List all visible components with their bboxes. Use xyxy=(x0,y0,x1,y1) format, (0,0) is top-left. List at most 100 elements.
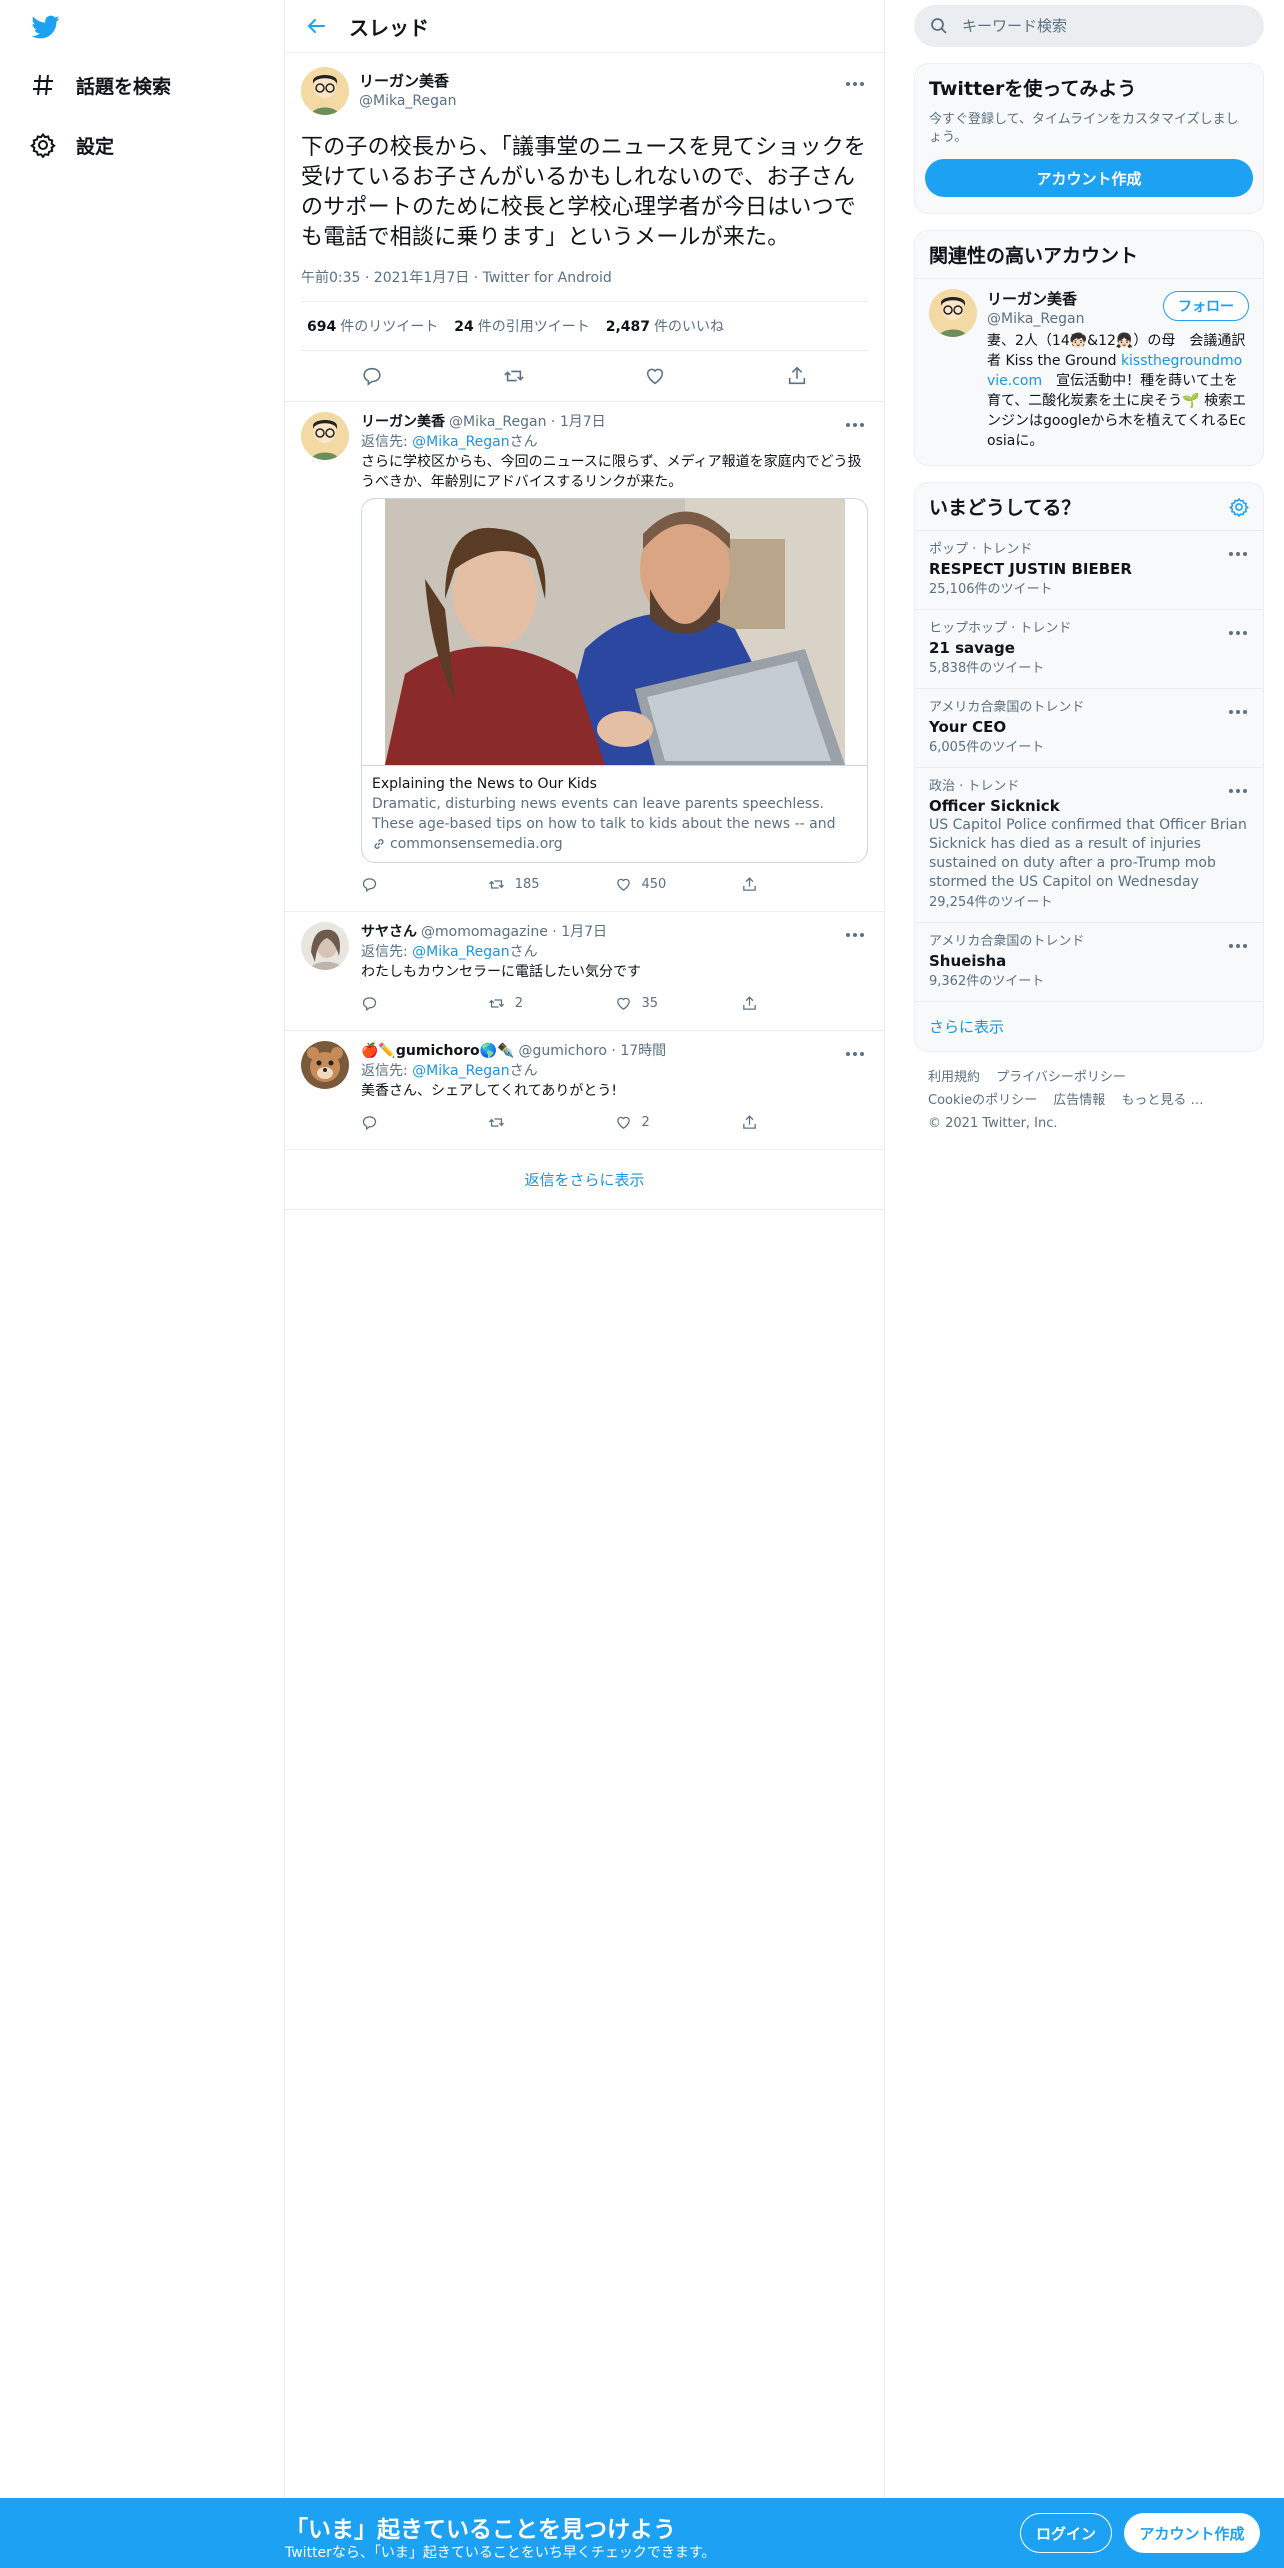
reply-author-handle[interactable]: @Mika_Regan xyxy=(449,414,546,430)
trend-context: アメリカ合衆国のトレンド xyxy=(929,700,1085,715)
reply-author-name[interactable]: サヤさん xyxy=(361,924,417,940)
retweet-icon xyxy=(488,1114,515,1131)
signup-banner: 「いま」起きていることを見つけよう Twitterなら、「いま」起きていることを… xyxy=(0,2498,1284,2568)
retweet-stat[interactable]: 694 件のリツイート xyxy=(307,316,438,336)
like-button[interactable]: 2 xyxy=(615,1114,742,1131)
reply-to-prefix: 返信先: xyxy=(361,434,413,450)
reply-tweet[interactable]: サヤさん @momomagazine · 1月7日 返信先: @Mika_Rega… xyxy=(285,912,884,1031)
avatar[interactable] xyxy=(929,289,977,337)
page-title: スレッド xyxy=(349,15,429,40)
reply-button[interactable] xyxy=(361,995,488,1012)
avatar[interactable] xyxy=(301,1041,349,1089)
author-name[interactable]: リーガン美香 xyxy=(359,71,456,91)
reply-to-link[interactable]: @Mika_Regan xyxy=(412,944,509,960)
search-bar[interactable] xyxy=(914,5,1264,47)
share-button[interactable] xyxy=(741,1114,868,1131)
main-tweet[interactable]: リーガン美香 @Mika_Regan 下の子の校長から、「議事堂のニュースを見て… xyxy=(285,53,884,402)
more-icon[interactable] xyxy=(1227,701,1251,715)
trend-item[interactable]: ポップ · トレンド RESPECT JUSTIN BIEBER 25,106件… xyxy=(915,531,1263,610)
footer-links: 利用規約 プライバシーポリシー Cookieのポリシー 広告情報 もっと見る …… xyxy=(914,1066,1264,1135)
retweet-count: 694 xyxy=(307,319,337,335)
retweet-button[interactable]: 185 xyxy=(488,876,615,893)
reply-author-handle[interactable]: @gumichoro xyxy=(519,1043,607,1059)
retweet-button[interactable]: 2 xyxy=(488,995,615,1012)
reply-date[interactable]: 1月7日 xyxy=(561,924,607,940)
reply-button[interactable] xyxy=(361,1114,488,1131)
twitter-bird-icon[interactable] xyxy=(30,13,62,41)
more-icon[interactable] xyxy=(1227,622,1251,636)
trend-count: 29,254件のツイート xyxy=(929,895,1053,910)
reply-author-name[interactable]: 🍎✏️gumichoro🌎✒️ xyxy=(361,1043,515,1059)
trend-item[interactable]: 政治 · トレンド Officer Sicknick US Capitol Po… xyxy=(915,768,1263,923)
trend-item[interactable]: アメリカ合衆国のトレンド Your CEO 6,005件のツイート xyxy=(915,689,1263,768)
reply-date[interactable]: 17時間 xyxy=(620,1043,666,1059)
related-account[interactable]: リーガン美香 @Mika_Regan 妻、2人（14🧒🏻&12👧🏻）の母 会議通… xyxy=(915,279,1263,465)
gear-icon[interactable] xyxy=(1229,497,1249,517)
arrow-left-icon[interactable] xyxy=(305,14,329,38)
share-button[interactable] xyxy=(741,995,868,1012)
show-more-replies-link[interactable]: 返信をさらに表示 xyxy=(285,1150,884,1210)
left-navigation: 話題を検索 設定 xyxy=(0,0,284,2498)
like-button[interactable]: 450 xyxy=(615,876,742,893)
like-button[interactable]: 35 xyxy=(615,995,742,1012)
follow-button[interactable]: フォロー xyxy=(1163,291,1249,321)
like-icon xyxy=(615,876,642,893)
reply-to-link[interactable]: @Mika_Regan xyxy=(412,434,509,450)
avatar[interactable] xyxy=(301,922,349,970)
more-icon[interactable] xyxy=(1227,780,1251,794)
search-input[interactable] xyxy=(962,17,1222,35)
tweet-timestamp[interactable]: 午前0:35 · 2021年1月7日 · Twitter for Android xyxy=(301,267,868,287)
share-button[interactable] xyxy=(741,876,868,893)
link-card[interactable]: Explaining the News to Our Kids Dramatic… xyxy=(361,498,868,863)
reply-author-name[interactable]: リーガン美香 xyxy=(361,414,445,430)
trend-count: 5,838件のツイート xyxy=(929,661,1045,676)
reply-icon[interactable] xyxy=(361,365,383,387)
reply-to-suffix: さん xyxy=(509,434,538,450)
reply-to-link[interactable]: @Mika_Regan xyxy=(412,1063,509,1079)
trend-item[interactable]: ヒップホップ · トレンド 21 savage 5,838件のツイート xyxy=(915,610,1263,689)
footer-link-ads[interactable]: 広告情報 xyxy=(1053,1089,1105,1112)
hashtag-icon xyxy=(30,72,56,98)
reply-date[interactable]: 1月7日 xyxy=(560,414,606,430)
footer-link-terms[interactable]: 利用規約 xyxy=(928,1066,980,1089)
trend-count: 25,106件のツイート xyxy=(929,582,1053,597)
share-icon xyxy=(741,1114,768,1131)
reply-icon xyxy=(361,1114,388,1131)
banner-signup-button[interactable]: アカウント作成 xyxy=(1124,2513,1260,2553)
footer-link-more[interactable]: もっと見る … xyxy=(1121,1089,1203,1112)
related-accounts-title: 関連性の高いアカウント xyxy=(915,231,1263,279)
trend-item[interactable]: アメリカ合衆国のトレンド Shueisha 9,362件のツイート xyxy=(915,923,1263,1002)
show-more-trends-link[interactable]: さらに表示 xyxy=(915,1002,1263,1051)
tweet-stats: 694 件のリツイート 24 件の引用ツイート 2,487 件のいいね xyxy=(301,301,868,351)
create-account-button[interactable]: アカウント作成 xyxy=(925,159,1253,197)
more-icon[interactable] xyxy=(1227,543,1251,557)
reply-button[interactable] xyxy=(361,876,488,893)
more-icon[interactable] xyxy=(844,1043,868,1057)
reply-to-prefix: 返信先: xyxy=(361,1063,413,1079)
more-icon[interactable] xyxy=(844,73,868,87)
reply-tweet[interactable]: 🍎✏️gumichoro🌎✒️ @gumichoro · 17時間 返信先: @M… xyxy=(285,1031,884,1150)
more-icon[interactable] xyxy=(1227,935,1251,949)
reply-tweet[interactable]: リーガン美香 @Mika_Regan · 1月7日 返信先: @Mika_Rega… xyxy=(285,402,884,912)
nav-explore[interactable]: 話題を検索 xyxy=(30,65,171,105)
right-sidebar: Twitterを使ってみよう 今すぐ登録して、タイムラインをカスタマイズしましょ… xyxy=(914,0,1264,1135)
share-icon xyxy=(741,995,768,1012)
banner-title: 「いま」起きていることを見つけよう xyxy=(285,2517,676,2543)
quote-stat[interactable]: 24 件の引用ツイート xyxy=(454,316,589,336)
like-stat[interactable]: 2,487 件のいいね xyxy=(606,316,724,336)
author-handle[interactable]: @Mika_Regan xyxy=(359,91,456,111)
reply-icon xyxy=(361,995,388,1012)
footer-link-privacy[interactable]: プライバシーポリシー xyxy=(996,1066,1126,1089)
avatar[interactable] xyxy=(301,67,349,115)
login-button[interactable]: ログイン xyxy=(1020,2513,1112,2553)
like-icon[interactable] xyxy=(644,365,666,387)
retweet-icon[interactable] xyxy=(503,365,525,387)
share-icon[interactable] xyxy=(786,365,808,387)
nav-settings[interactable]: 設定 xyxy=(30,125,114,165)
retweet-button[interactable] xyxy=(488,1114,615,1131)
more-icon[interactable] xyxy=(844,414,868,428)
more-icon[interactable] xyxy=(844,924,868,938)
footer-link-cookies[interactable]: Cookieのポリシー xyxy=(928,1089,1037,1112)
avatar[interactable] xyxy=(301,412,349,460)
reply-author-handle[interactable]: @momomagazine xyxy=(421,924,548,940)
